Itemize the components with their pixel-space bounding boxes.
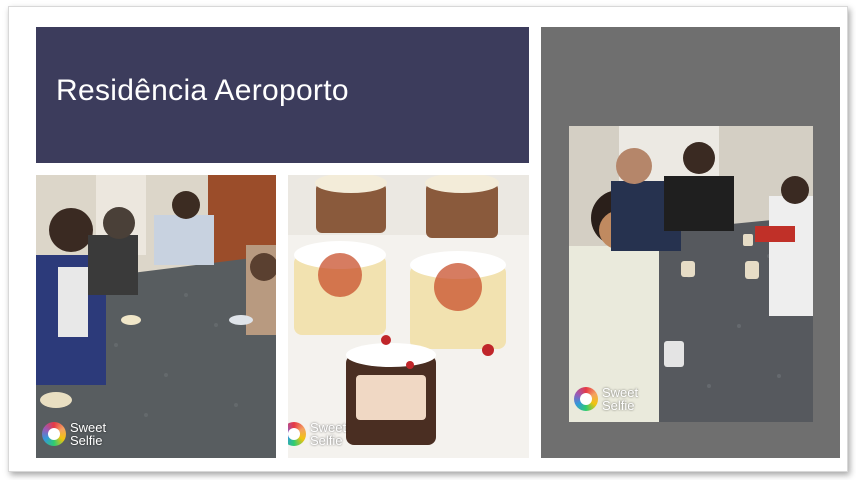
sweet-selfie-logo-icon: [574, 387, 598, 411]
sweet-selfie-watermark: Sweet Selfie: [288, 421, 346, 447]
photo-residents-table-2: Sweet Selfie: [569, 126, 813, 422]
watermark-line2: Selfie: [70, 433, 103, 448]
sweet-selfie-watermark: Sweet Selfie: [42, 421, 106, 447]
sweet-selfie-logo-icon: [288, 422, 306, 446]
sweet-selfie-logo-icon: [42, 422, 66, 446]
watermark-line2: Selfie: [310, 433, 343, 448]
sweet-selfie-watermark: Sweet Selfie: [574, 386, 638, 412]
watermark-line2: Selfie: [602, 398, 635, 413]
slide-title: Residência Aeroporto: [56, 74, 349, 107]
title-banner: Residência Aeroporto: [36, 27, 529, 163]
slide: Residência Aeroporto Sweet Selfie Sweet …: [8, 6, 848, 472]
photo-dessert-cups: Sweet Selfie: [288, 175, 529, 458]
photo-residents-table: Sweet Selfie: [36, 175, 276, 458]
